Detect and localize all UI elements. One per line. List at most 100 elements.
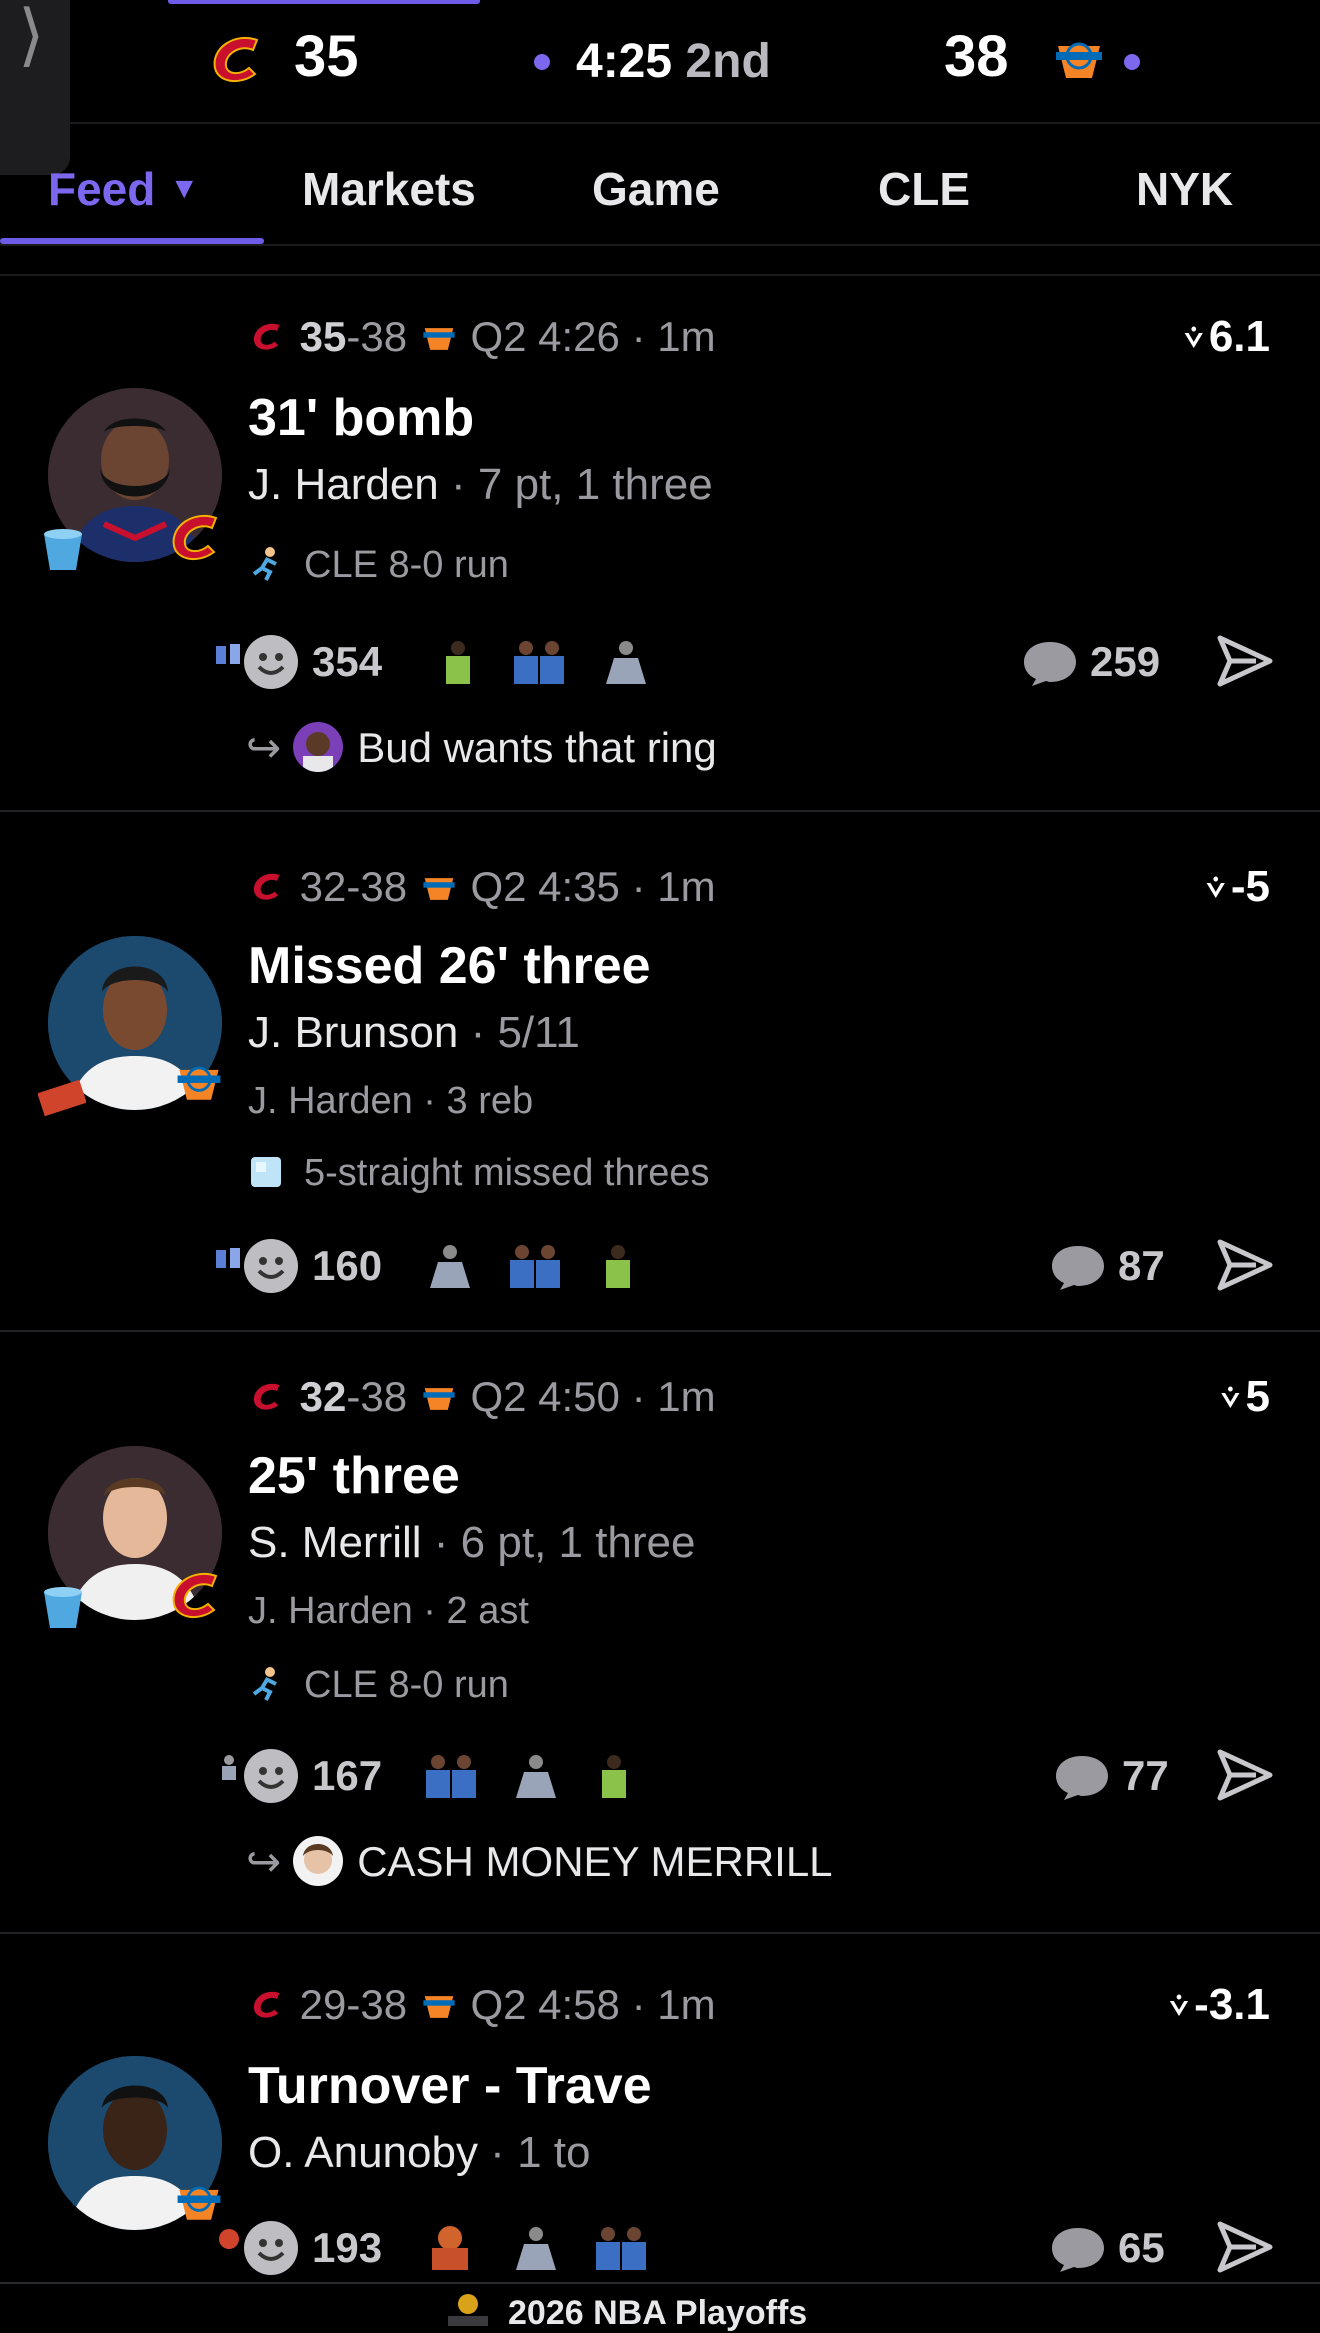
reaction-count: 193 bbox=[312, 2224, 383, 2271]
clock-time: 4:25 bbox=[576, 35, 673, 88]
playoffs-banner-label: 2026 NBA Playoffs bbox=[508, 2294, 808, 2332]
share-icon[interactable] bbox=[1216, 2220, 1274, 2274]
comments-button[interactable]: 65 bbox=[1050, 2216, 1180, 2280]
tab-markets[interactable]: Markets bbox=[302, 124, 476, 246]
running-man-icon bbox=[248, 545, 284, 581]
playoffs-banner[interactable]: 2026 NBA Playoffs bbox=[0, 2282, 1320, 2332]
comment-bubble-icon bbox=[1052, 2228, 1104, 2272]
market-icon: ⩒ bbox=[1206, 870, 1225, 905]
comment-bubble-icon bbox=[1024, 642, 1076, 686]
top-reply[interactable]: ↪ Bud wants that ring bbox=[246, 720, 717, 776]
card-time: Q2 4:58 · 1m bbox=[470, 1981, 716, 2028]
cavaliers-logo-icon bbox=[172, 515, 218, 561]
player-name[interactable]: S. Merrill bbox=[248, 1518, 422, 1567]
live-indicator-dot bbox=[534, 54, 550, 70]
card-home-score: 29 bbox=[299, 1981, 347, 2028]
player-stat: 6 pt, 1 three bbox=[460, 1518, 696, 1567]
card-value-number: 6.1 bbox=[1208, 312, 1270, 361]
game-clock: 4:25 2nd bbox=[576, 32, 771, 92]
knicks-logo-icon bbox=[1056, 42, 1102, 78]
comment-count: 77 bbox=[1122, 1752, 1169, 1799]
smiley-reaction-icon[interactable] bbox=[244, 1239, 298, 1293]
player-stat: 1 to bbox=[517, 2128, 591, 2177]
comments-button[interactable]: 77 bbox=[1054, 1744, 1184, 1808]
comment-bubble-icon bbox=[1052, 1246, 1104, 1290]
cavaliers-logo-icon bbox=[253, 1383, 280, 1410]
comments-button[interactable]: 259 bbox=[1022, 630, 1172, 694]
cavaliers-logo-icon bbox=[253, 323, 280, 350]
player-name[interactable]: J. Brunson bbox=[248, 1008, 458, 1057]
reactor-avatar-icon bbox=[516, 2227, 556, 2270]
fan-avatars-icon bbox=[216, 1248, 240, 1268]
tab-feed[interactable]: Feed ▼ bbox=[48, 124, 199, 246]
play-player-line: J. Harden · 7 pt, 1 three bbox=[248, 460, 713, 509]
reaction-count: 160 bbox=[312, 1242, 383, 1289]
card-home-score: 32 bbox=[299, 1373, 347, 1420]
player-name[interactable]: O. Anunoby bbox=[248, 2128, 478, 2177]
cavaliers-logo-icon bbox=[253, 1991, 280, 2018]
secondary-player-name[interactable]: J. Harden bbox=[248, 1080, 413, 1122]
smiley-reaction-icon[interactable] bbox=[244, 1749, 298, 1803]
reactor-avatar-icon bbox=[602, 1755, 626, 1798]
tab-cle-label: CLE bbox=[878, 163, 970, 215]
reactor-avatar-icon bbox=[446, 641, 470, 684]
card-value-number: 5 bbox=[1245, 1372, 1270, 1421]
reply-avatar bbox=[293, 1835, 344, 1886]
player-name[interactable]: J. Harden bbox=[248, 460, 439, 509]
brick-icon bbox=[38, 1079, 86, 1116]
reactor-avatar-icon bbox=[596, 2227, 646, 2270]
share-icon[interactable] bbox=[1216, 634, 1274, 688]
tab-nyk-label: NYK bbox=[1136, 163, 1234, 215]
secondary-player-line: J. Harden · 2 ast bbox=[248, 1590, 529, 1632]
card-away-score: 38 bbox=[360, 863, 408, 910]
share-icon[interactable] bbox=[1216, 1748, 1274, 1802]
reaction-bar[interactable]: 160 bbox=[214, 1234, 674, 1298]
card-home-score: 35 bbox=[299, 313, 347, 360]
divider bbox=[0, 810, 1320, 812]
comment-count: 259 bbox=[1090, 638, 1161, 685]
reply-arrow-icon: ↪ bbox=[246, 723, 282, 772]
secondary-player-stat: 2 ast bbox=[446, 1590, 529, 1632]
secondary-player-line: J. Harden · 3 reb bbox=[248, 1080, 534, 1122]
fan-avatars-icon bbox=[216, 644, 240, 664]
share-icon[interactable] bbox=[1216, 1238, 1274, 1292]
reply-avatar bbox=[293, 721, 344, 772]
tab-game-label: Game bbox=[592, 163, 720, 215]
fan-avatars-icon bbox=[222, 1755, 236, 1780]
card-home-score: 32 bbox=[299, 863, 347, 910]
reaction-bar[interactable]: 167 bbox=[214, 1744, 674, 1808]
top-reply[interactable]: ↪ CASH MONEY MERRILL bbox=[246, 1834, 833, 1890]
comment-count: 87 bbox=[1118, 1242, 1165, 1289]
reply-text: Bud wants that ring bbox=[357, 724, 717, 771]
tab-nyk[interactable]: NYK bbox=[1136, 124, 1233, 246]
nav-tabs: Feed ▼ Markets Game CLE NYK bbox=[0, 122, 1320, 246]
divider bbox=[0, 1330, 1320, 1332]
tab-markets-label: Markets bbox=[302, 163, 476, 215]
streak-text: CLE 8-0 run bbox=[304, 1664, 509, 1706]
play-player-line: S. Merrill · 6 pt, 1 three bbox=[248, 1518, 696, 1567]
card-meta: 29-38 Q2 4:58 · 1m bbox=[248, 1980, 716, 2030]
market-icon: ⩒ bbox=[1169, 1988, 1189, 2023]
home-score: 35 bbox=[294, 24, 359, 89]
reactor-avatar-icon bbox=[606, 1245, 630, 1288]
smiley-reaction-icon[interactable] bbox=[244, 635, 298, 689]
bucket-icon bbox=[44, 1587, 82, 1628]
cavaliers-logo-icon bbox=[172, 1573, 218, 1619]
reactor-avatar-icon bbox=[606, 641, 646, 684]
card-away-score: 38 bbox=[360, 1981, 408, 2028]
bucket-icon bbox=[44, 529, 82, 570]
clock-period: 2nd bbox=[685, 35, 771, 88]
secondary-player-name[interactable]: J. Harden bbox=[248, 1590, 413, 1632]
comments-button[interactable]: 87 bbox=[1050, 1234, 1180, 1298]
reactor-avatar-icon bbox=[430, 1245, 470, 1288]
tab-game[interactable]: Game bbox=[592, 124, 720, 246]
card-time: Q2 4:50 · 1m bbox=[470, 1373, 716, 1420]
knicks-logo-icon bbox=[423, 328, 455, 350]
card-meta: 32-38 Q2 4:50 · 1m bbox=[248, 1372, 716, 1422]
tab-cle[interactable]: CLE bbox=[878, 124, 970, 246]
smiley-reaction-icon[interactable] bbox=[244, 2221, 298, 2275]
streak-text: CLE 8-0 run bbox=[304, 544, 509, 586]
reactor-avatar-icon bbox=[426, 1755, 476, 1798]
reaction-bar[interactable]: 193 bbox=[214, 2216, 674, 2280]
reaction-bar[interactable]: 354 bbox=[214, 630, 674, 694]
